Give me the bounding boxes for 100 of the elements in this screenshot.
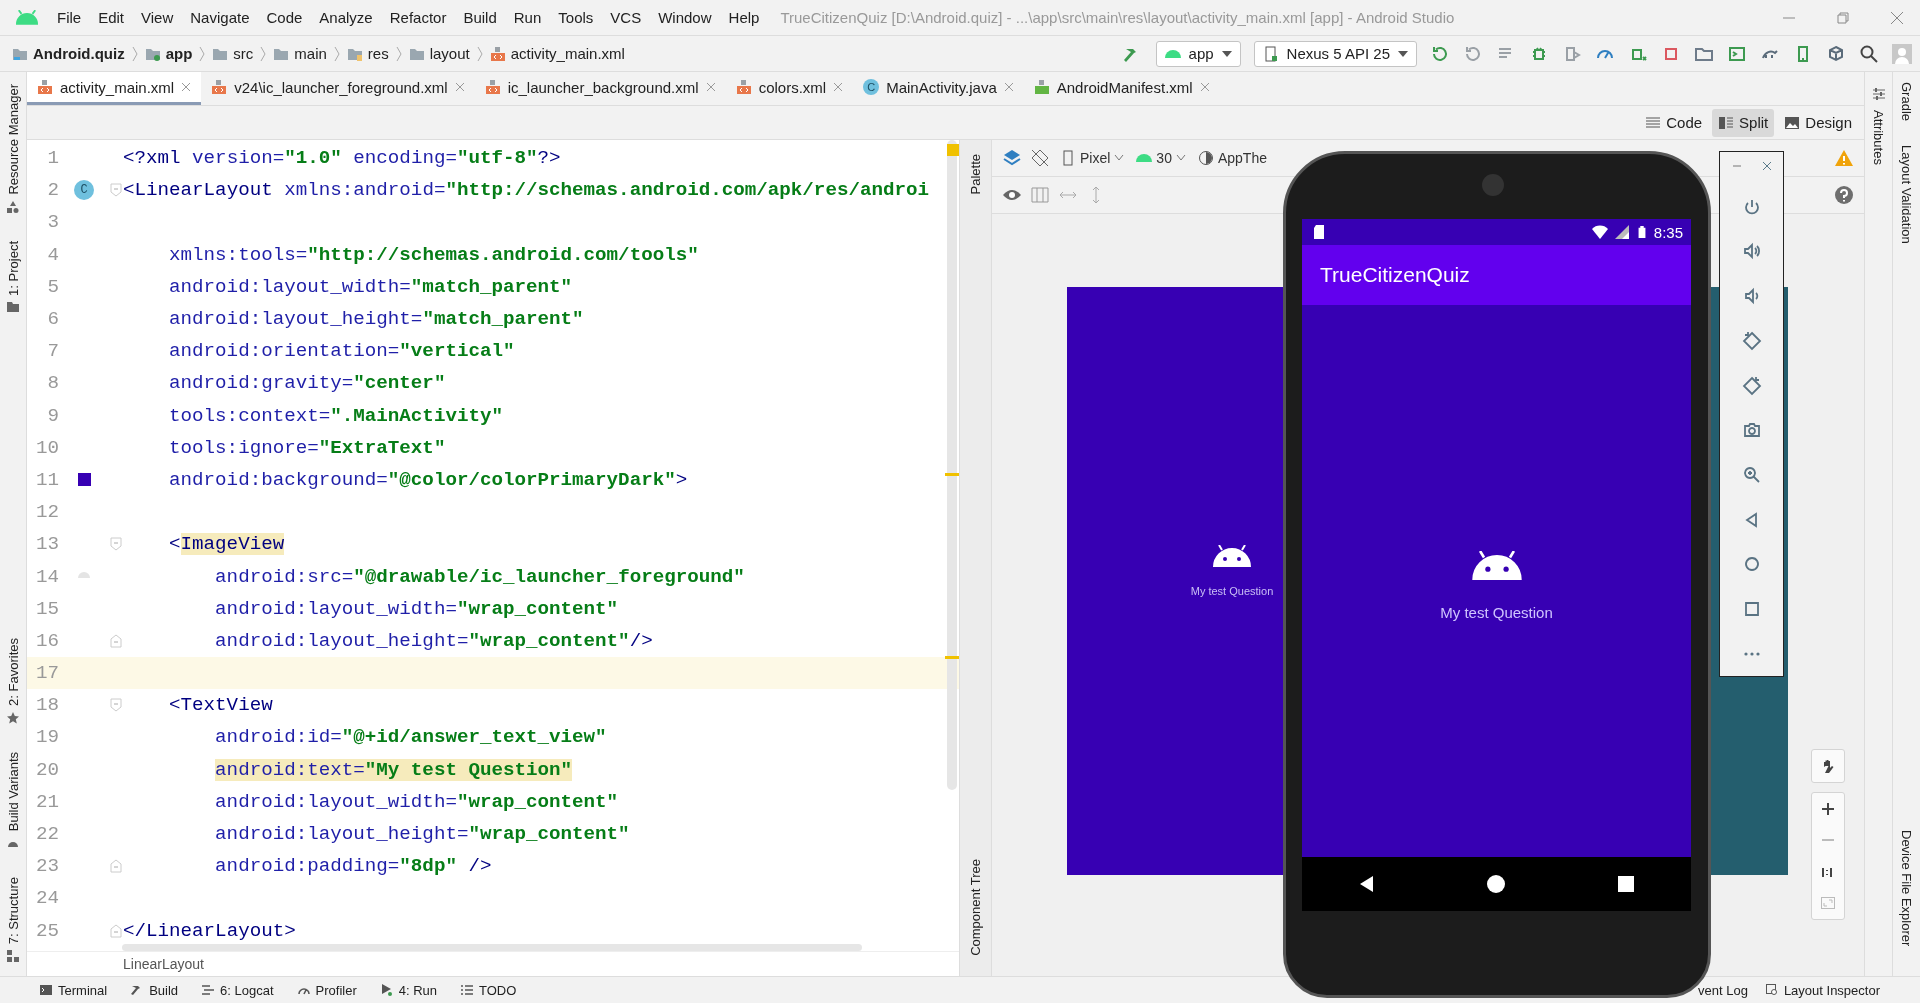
- theme-icon: [1197, 150, 1214, 166]
- columns-icon[interactable]: [1030, 185, 1050, 205]
- tool-window-tab[interactable]: Component Tree: [968, 859, 983, 956]
- restore-icon[interactable]: [1836, 10, 1850, 25]
- rotate-left-icon[interactable]: [1741, 330, 1762, 351]
- color-swatch[interactable]: [77, 473, 91, 487]
- close-icon[interactable]: [454, 82, 465, 92]
- menu-item[interactable]: Build: [463, 9, 497, 26]
- tool-window-tab[interactable]: Layout Validation: [1899, 145, 1914, 244]
- tool-window-tab[interactable]: TODO: [479, 982, 517, 998]
- close-icon[interactable]: [705, 82, 716, 92]
- breadcrumb-item[interactable]: main: [294, 45, 327, 62]
- menu-item[interactable]: View: [141, 9, 174, 26]
- change-marker[interactable]: [945, 656, 959, 659]
- close-icon[interactable]: [833, 82, 844, 92]
- home-icon[interactable]: [1486, 874, 1507, 894]
- search-icon[interactable]: [1859, 43, 1879, 64]
- class-icon[interactable]: C: [74, 180, 94, 201]
- editor-tab[interactable]: AndroidManifest.xml: [1023, 72, 1220, 105]
- breadcrumb-item[interactable]: app: [165, 45, 193, 62]
- tool-window-tab[interactable]: Profiler: [315, 982, 357, 998]
- close-icon[interactable]: [1003, 82, 1014, 92]
- breadcrumb-item[interactable]: LinearLayout: [123, 956, 204, 972]
- code-line: xmlns:tools="http://schemas.android.com/tools": [168, 243, 699, 266]
- user-avatar[interactable]: [1892, 43, 1912, 64]
- list-icon: [461, 984, 474, 996]
- tool-window-tab[interactable]: 1: Project: [5, 240, 21, 296]
- editor-tab[interactable]: colors.xml: [725, 72, 854, 105]
- tool-window-tab[interactable]: Device File Explorer: [1899, 829, 1914, 946]
- zoom-in-icon[interactable]: [1820, 800, 1836, 817]
- view-mode-button[interactable]: Split: [1712, 108, 1775, 137]
- warning-icon[interactable]: [1834, 148, 1854, 168]
- overview-icon[interactable]: [1616, 874, 1637, 894]
- line-number: 9: [46, 404, 59, 427]
- menu-item[interactable]: VCS: [610, 9, 642, 26]
- warning-marker[interactable]: [947, 144, 959, 156]
- view-mode-button[interactable]: Design: [1778, 108, 1858, 137]
- tool-window-tab[interactable]: 6: Logcat: [220, 982, 274, 998]
- rotate-icon[interactable]: [1030, 148, 1050, 168]
- tool-window-tab[interactable]: Layout Inspector: [1783, 982, 1880, 998]
- volume-up-icon[interactable]: [1741, 241, 1762, 262]
- editor-tab[interactable]: ic_launcher_background.xml: [474, 72, 726, 105]
- device-dropdown[interactable]: Nexus 5 API 25: [1253, 40, 1417, 67]
- rotate-right-icon[interactable]: [1741, 375, 1762, 396]
- tool-window-tab[interactable]: Gradle: [1899, 82, 1914, 122]
- sliders-icon[interactable]: [1870, 86, 1887, 102]
- breadcrumb-item[interactable]: src: [233, 45, 254, 62]
- change-marker[interactable]: [945, 473, 959, 476]
- cube-icon[interactable]: [1826, 43, 1846, 64]
- menu-item[interactable]: Analyze: [319, 9, 373, 26]
- code-line: <ImageView: [168, 533, 285, 556]
- scrollbar[interactable]: [122, 944, 862, 951]
- pan-button[interactable]: [1811, 749, 1845, 783]
- breadcrumb-item[interactable]: layout: [429, 45, 470, 62]
- theme-dropdown[interactable]: AppThe: [1195, 150, 1269, 166]
- menu-item[interactable]: Refactor: [389, 9, 447, 26]
- help-icon[interactable]: [1834, 185, 1854, 205]
- xml-file-icon: [37, 79, 53, 95]
- code-line: android:layout_height="wrap_content": [214, 823, 630, 846]
- device-dropdown[interactable]: Pixel: [1058, 150, 1127, 166]
- tool-window-tab[interactable]: vent Log: [1698, 982, 1748, 998]
- menu-item[interactable]: Help: [728, 9, 760, 26]
- editor-tab[interactable]: C MainActivity.java: [853, 72, 1024, 105]
- module-dropdown[interactable]: app: [1155, 40, 1241, 67]
- layers-icon[interactable]: [1002, 148, 1022, 168]
- menu-item[interactable]: Edit: [98, 9, 125, 26]
- breadcrumb-item[interactable]: Android.quiz: [33, 45, 125, 62]
- fit-screen-icon[interactable]: [1820, 895, 1836, 912]
- menu-item[interactable]: Run: [513, 9, 542, 26]
- tool-window-tab[interactable]: Build Variants: [5, 751, 21, 831]
- chevron-icon: [199, 45, 206, 62]
- line-number: 13: [34, 533, 59, 556]
- close-icon[interactable]: [1199, 82, 1210, 92]
- list-icon: [202, 984, 215, 996]
- tool-window-tab[interactable]: 4: Run: [398, 982, 438, 998]
- api-dropdown[interactable]: 30: [1134, 150, 1188, 166]
- editor-tab[interactable]: v24\ic_launcher_foreground.xml: [201, 72, 475, 105]
- tool-window-tab[interactable]: Terminal: [58, 982, 108, 998]
- menu-item[interactable]: File: [57, 9, 82, 26]
- breadcrumb-item[interactable]: res: [367, 45, 389, 62]
- menu-item[interactable]: Code: [266, 9, 303, 26]
- close-icon[interactable]: [1890, 10, 1904, 25]
- tool-window-tab[interactable]: 2: Favorites: [5, 637, 21, 706]
- android-icon: [1164, 49, 1181, 58]
- menu-item[interactable]: Window: [658, 9, 712, 26]
- editor-tab[interactable]: activity_main.xml: [27, 72, 202, 105]
- close-icon[interactable]: [181, 82, 192, 92]
- scrollbar[interactable]: [947, 140, 957, 790]
- menu-item[interactable]: Tools: [558, 9, 594, 26]
- line-number: 21: [34, 790, 59, 813]
- tool-window-tab[interactable]: Resource Manager: [5, 84, 21, 195]
- view-mode-button[interactable]: Code: [1639, 108, 1709, 137]
- breadcrumb-item[interactable]: activity_main.xml: [510, 45, 625, 62]
- tool-window-tab[interactable]: Attributes: [1871, 110, 1886, 165]
- caret-icon: [1114, 155, 1125, 161]
- tool-window-tab[interactable]: Palette: [968, 154, 983, 195]
- tool-window-tab[interactable]: Build: [149, 982, 179, 998]
- tool-window-tab[interactable]: 7: Structure: [5, 876, 21, 944]
- close-icon[interactable]: [1760, 160, 1773, 172]
- menu-item[interactable]: Navigate: [190, 9, 250, 26]
